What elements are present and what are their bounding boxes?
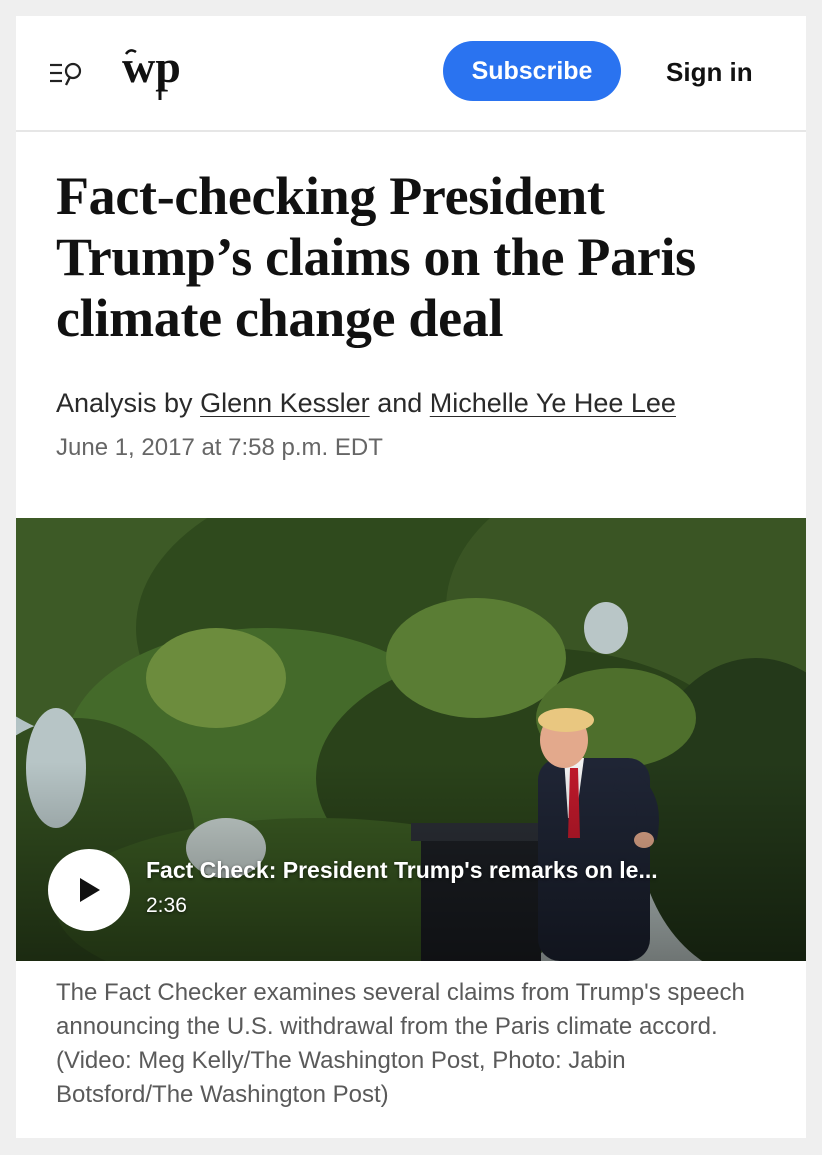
- wp-logo-icon[interactable]: wp: [120, 41, 184, 102]
- byline-join: and: [377, 388, 423, 418]
- play-icon: [80, 878, 100, 902]
- play-button[interactable]: [48, 849, 130, 931]
- byline: Analysis by Glenn Kessler and Michelle Y…: [56, 388, 676, 419]
- article-headline: Fact-checking President Trump’s claims o…: [56, 166, 696, 348]
- author-link-michelle-ye-hee-lee[interactable]: Michelle Ye Hee Lee: [430, 388, 676, 418]
- author-link-glenn-kessler[interactable]: Glenn Kessler: [200, 388, 370, 418]
- media-caption: The Fact Checker examines several claims…: [56, 979, 745, 1108]
- video-title[interactable]: Fact Check: President Trump's remarks on…: [146, 857, 766, 884]
- site-header: wp Subscribe Sign in: [16, 16, 806, 132]
- menu-search-icon[interactable]: [48, 60, 88, 88]
- video-duration: 2:36: [146, 894, 187, 917]
- article-card: wp Subscribe Sign in Fact-checking Presi…: [16, 16, 806, 1138]
- sign-in-link[interactable]: Sign in: [666, 52, 753, 92]
- subscribe-button[interactable]: Subscribe: [443, 41, 621, 101]
- publish-date: June 1, 2017 at 7:58 p.m. EDT: [56, 434, 383, 461]
- byline-prefix: Analysis by: [56, 388, 193, 418]
- video-player[interactable]: Fact Check: President Trump's remarks on…: [16, 518, 806, 961]
- video-thumbnail: [16, 518, 806, 961]
